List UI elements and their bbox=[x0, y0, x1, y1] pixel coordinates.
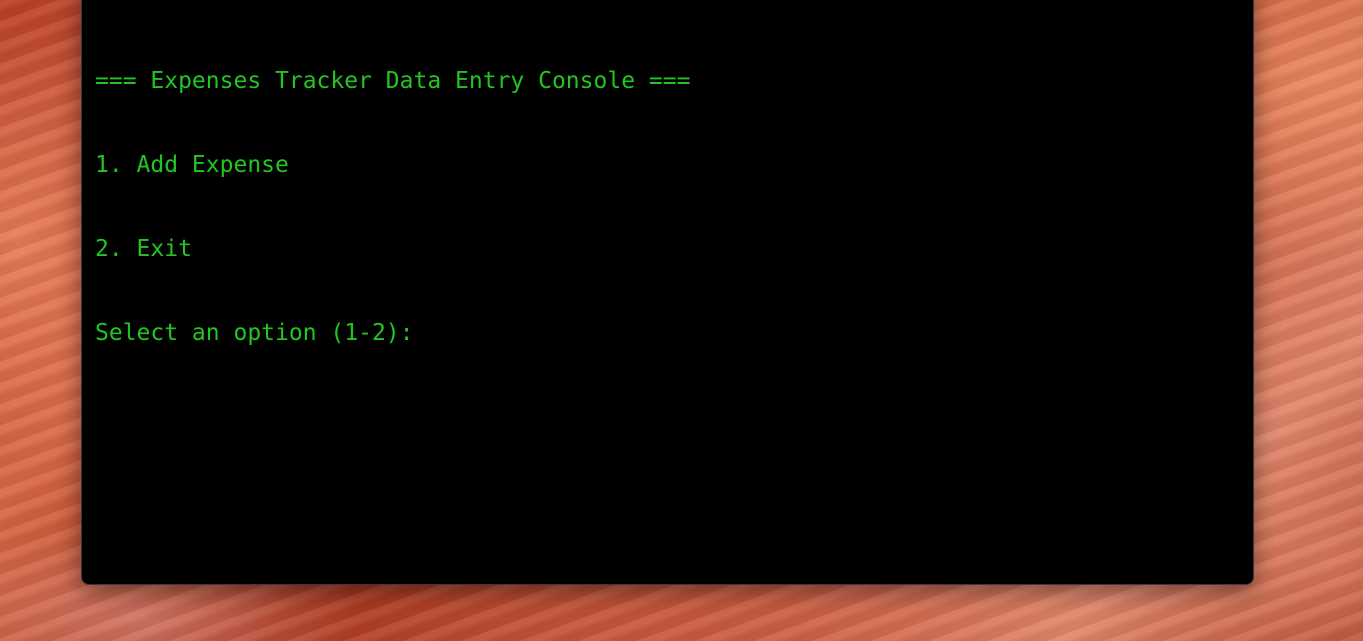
terminal-output: === Expenses Tracker Data Entry Console … bbox=[95, 11, 690, 403]
console-title-line: === Expenses Tracker Data Entry Console … bbox=[95, 68, 691, 94]
menu-option-exit: 2. Exit bbox=[95, 236, 192, 262]
terminal-window[interactable]: === Expenses Tracker Data Entry Console … bbox=[81, 0, 1254, 585]
menu-option-add-expense: 1. Add Expense bbox=[95, 152, 289, 178]
input-prompt[interactable]: Select an option (1-2): bbox=[95, 319, 690, 347]
